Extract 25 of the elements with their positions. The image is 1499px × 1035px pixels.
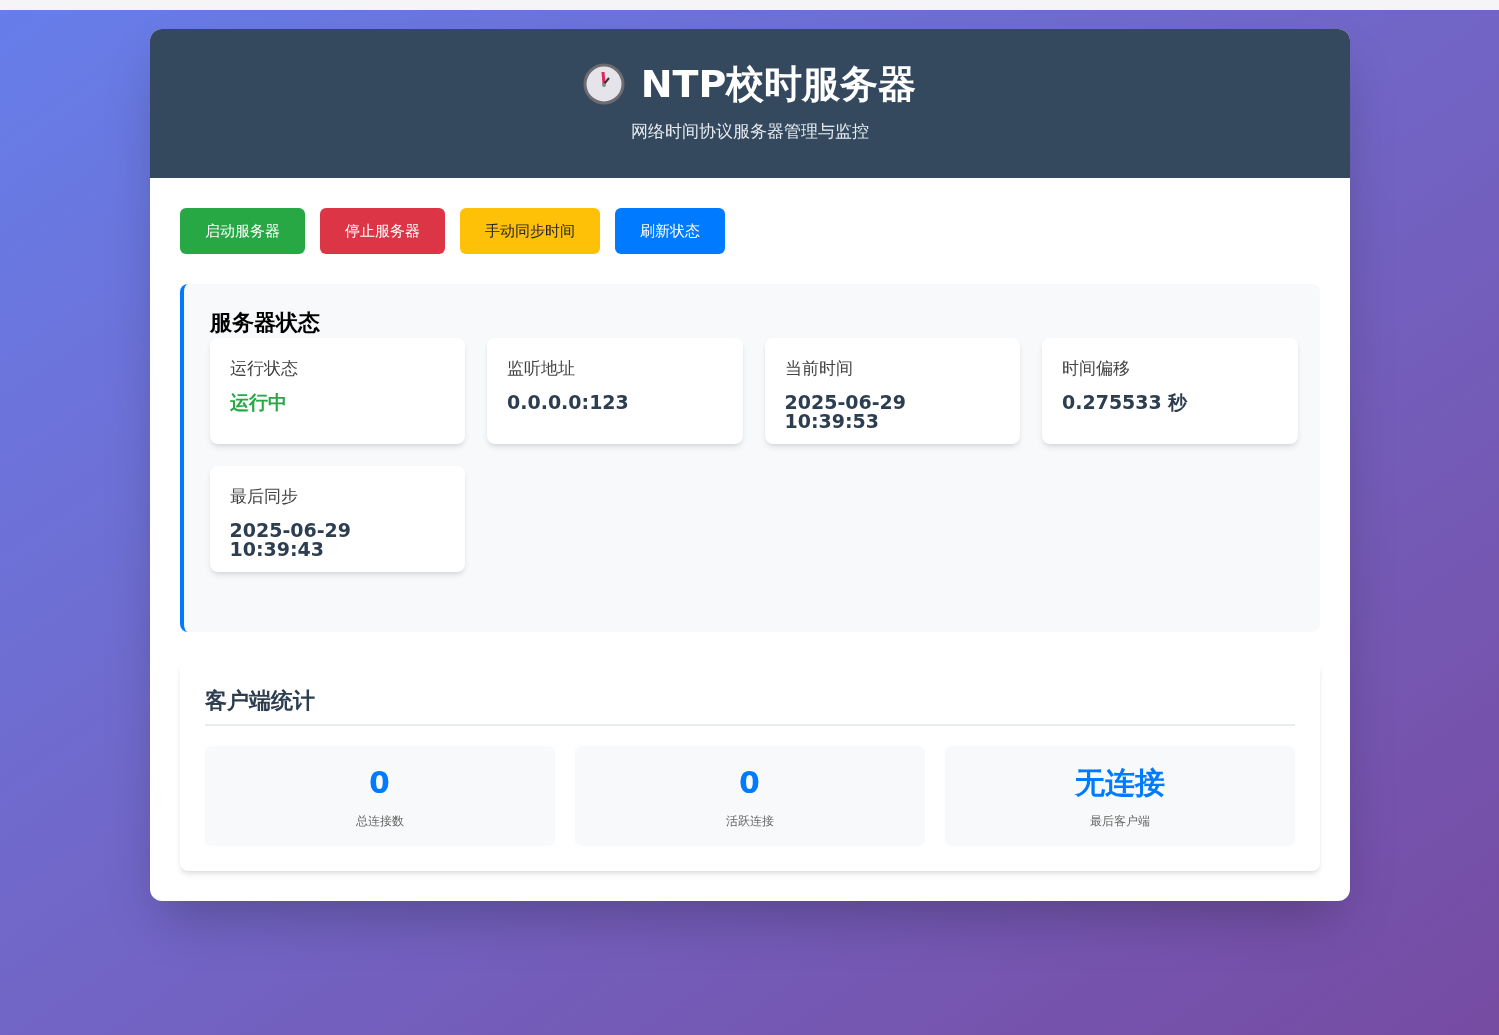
status-value: 2025-06-29 10:39:43 (229, 521, 353, 559)
section-title: 服务器状态 (209, 312, 321, 334)
status-label: 当前时间 (784, 360, 854, 377)
action-button[interactable]: 停止服务器 (319, 208, 445, 254)
stat-value: 0 (369, 768, 390, 798)
stat-label: 总连接数 (355, 813, 404, 830)
status-label: 监听地址 (507, 360, 576, 377)
clock-icon (582, 63, 625, 105)
stat-value: 0 (739, 768, 760, 798)
status-value: 运行中 (229, 393, 288, 412)
action-button[interactable]: 手动同步时间 (459, 208, 600, 254)
section-title: 客户端统计 (204, 690, 316, 715)
stat-label: 活跃连接 (725, 813, 774, 830)
page-title: NTP校时服务器 (640, 65, 917, 103)
status-label: 最后同步 (229, 488, 299, 505)
stat-label: 最后客户端 (1089, 813, 1150, 830)
stat-value: 无连接 (1074, 768, 1165, 798)
action-button[interactable]: 刷新状态 (614, 208, 725, 254)
status-value: 2025-06-29 10:39:53 (784, 393, 908, 431)
status-value: 0.0.0.0:123 (507, 393, 630, 412)
status-label: 时间偏移 (1062, 360, 1131, 377)
page-subtitle: 网络时间协议服务器管理与监控 (630, 120, 869, 143)
status-label: 运行状态 (229, 360, 299, 377)
status-value: 0.275533 秒 (1062, 393, 1189, 412)
action-button[interactable]: 启动服务器 (179, 208, 305, 254)
